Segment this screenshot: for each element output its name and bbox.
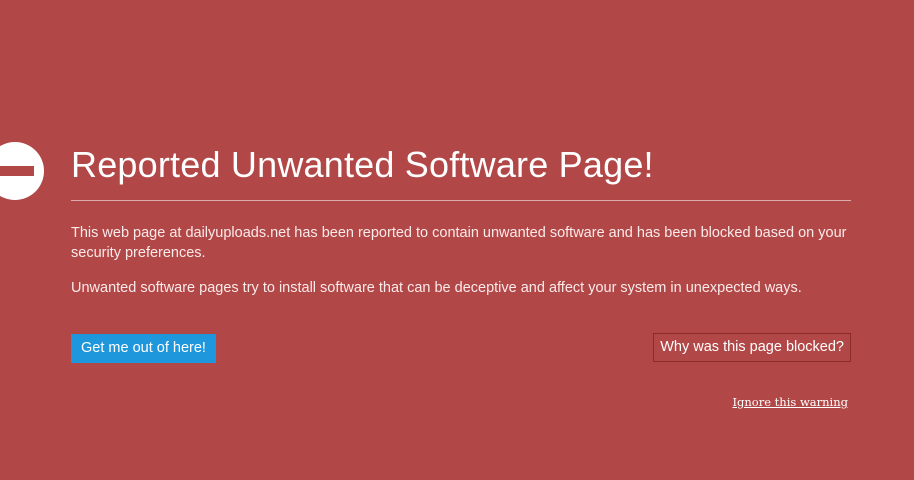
- warning-description: This web page at dailyuploads.net has be…: [71, 225, 847, 261]
- block-icon: [0, 142, 44, 200]
- get-me-out-button[interactable]: Get me out of here!: [71, 334, 216, 363]
- page-title: Reported Unwanted Software Page!: [71, 144, 654, 185]
- warning-details: Unwanted software pages try to install s…: [71, 280, 802, 296]
- why-blocked-button[interactable]: Why was this page blocked?: [653, 333, 851, 362]
- warning-content: Reported Unwanted Software Page! This we…: [71, 143, 851, 298]
- blocked-page: Reported Unwanted Software Page! This we…: [0, 0, 914, 480]
- title-divider: [71, 200, 851, 201]
- ignore-warning-link[interactable]: Ignore this warning: [732, 395, 848, 409]
